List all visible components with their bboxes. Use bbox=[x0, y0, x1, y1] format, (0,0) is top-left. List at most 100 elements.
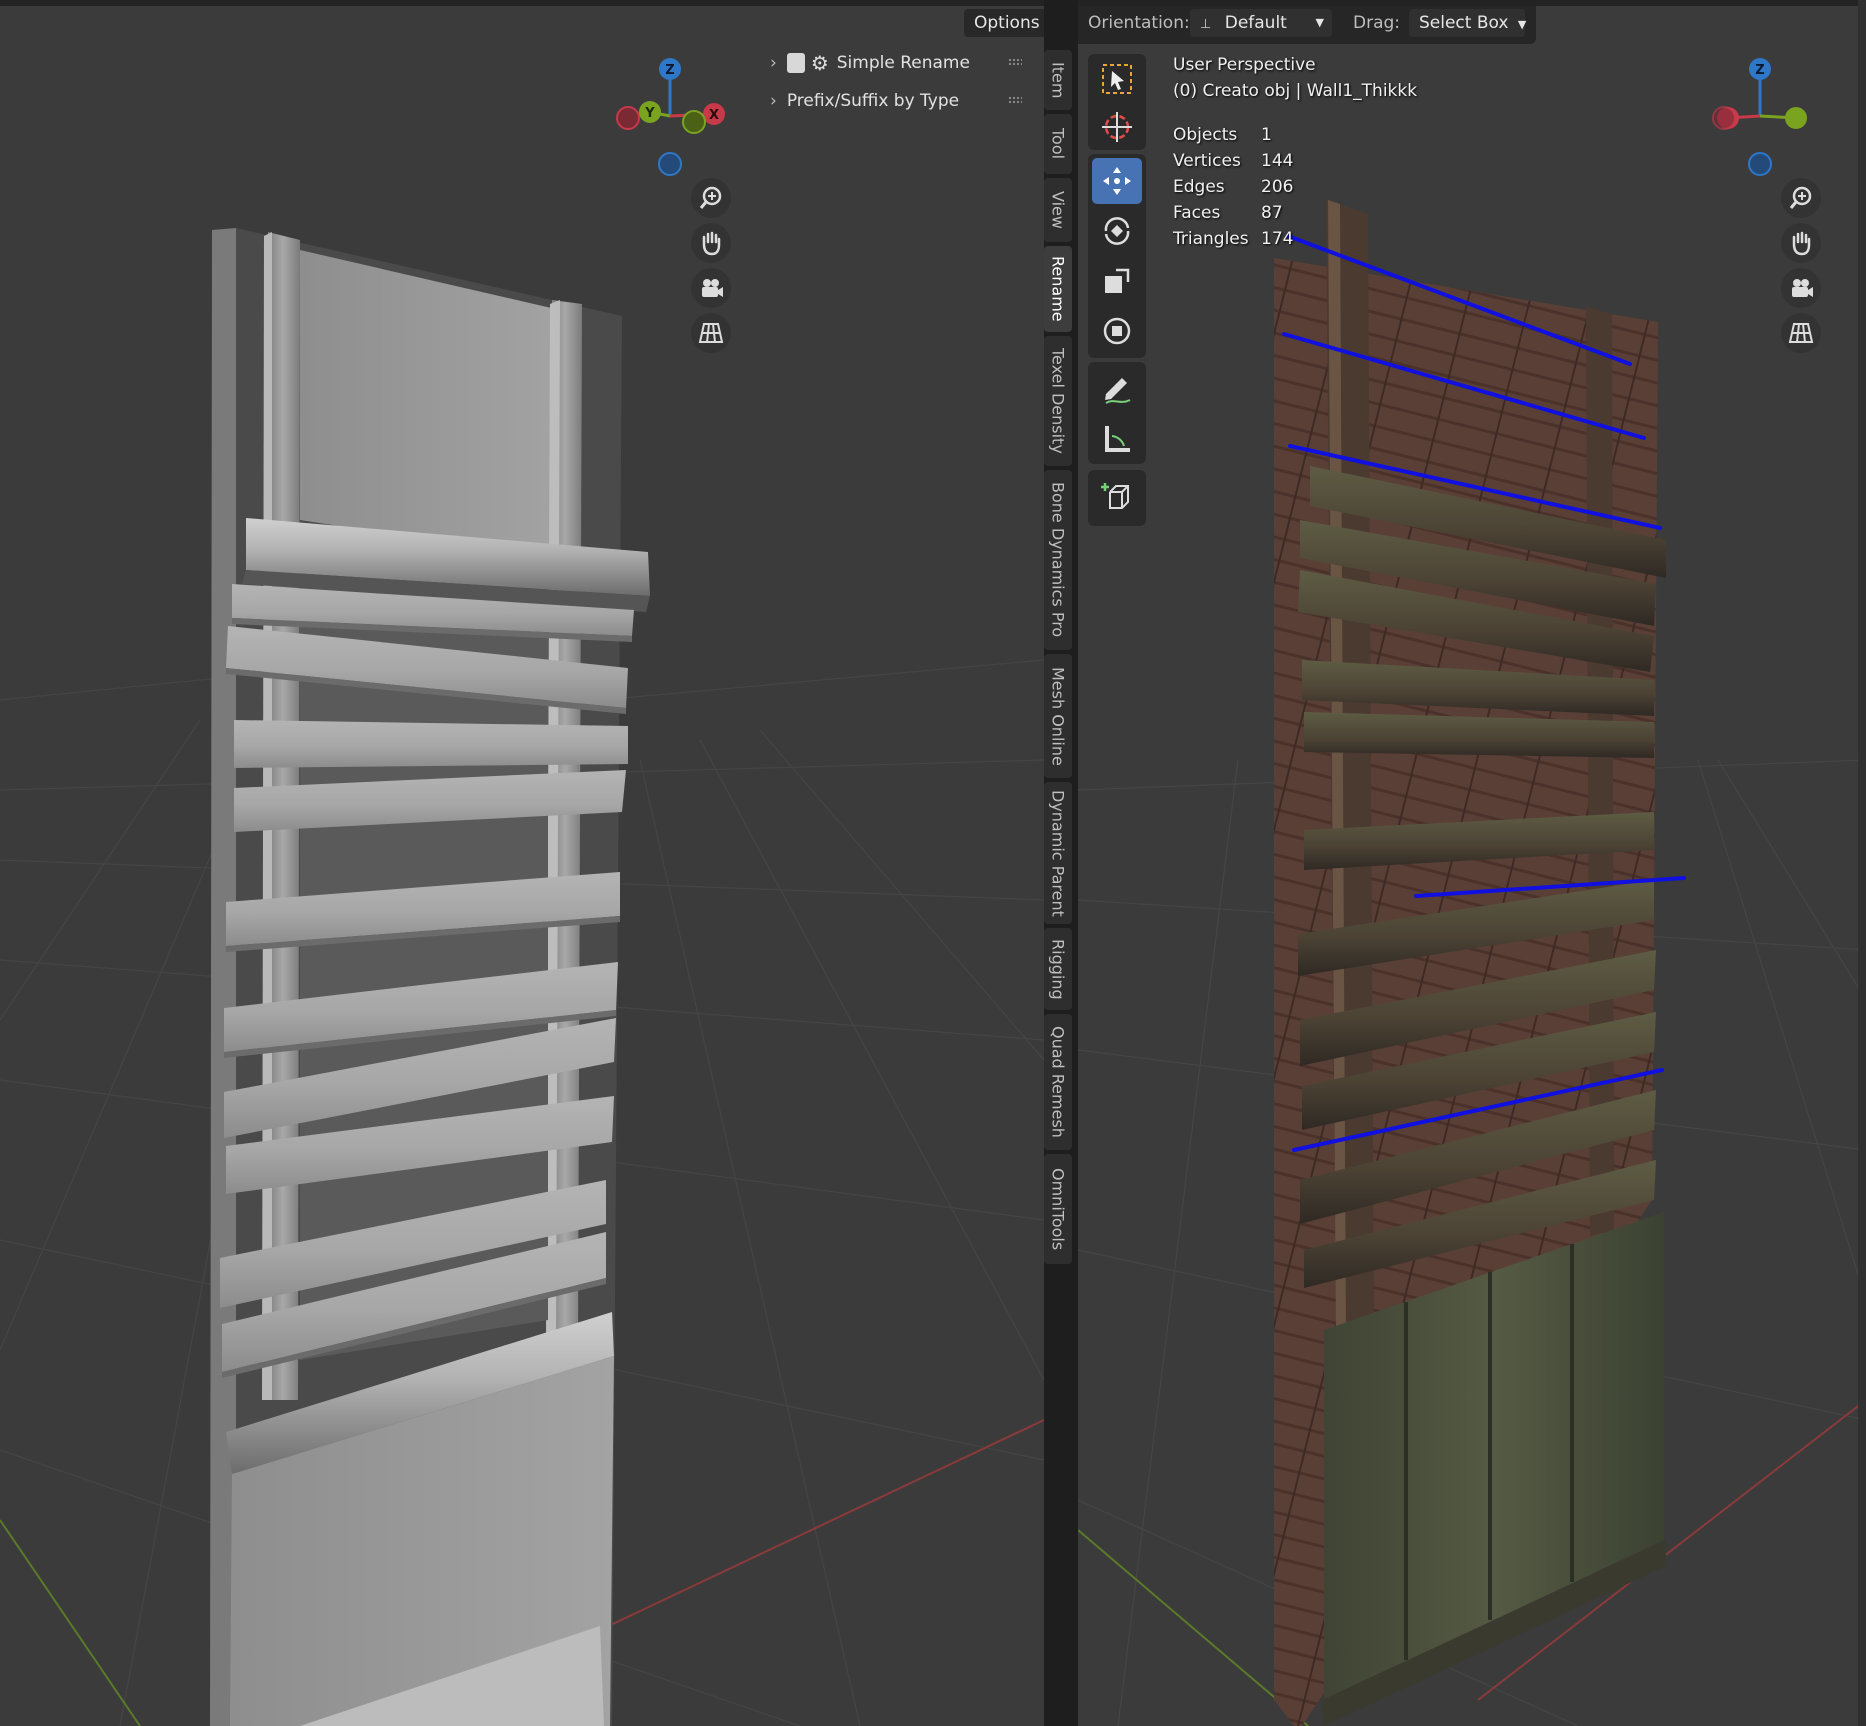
pan-button[interactable] bbox=[691, 223, 731, 263]
cursor-icon bbox=[1102, 112, 1132, 142]
perspective-toggle-button[interactable] bbox=[1781, 313, 1821, 353]
toolbar-group-transform bbox=[1088, 154, 1146, 358]
left-viewport[interactable]: Options ▼ Z X Y › ⚙ Simple Rename › P bbox=[0, 0, 1044, 1726]
prefix-suffix-row[interactable]: › Prefix/Suffix by Type bbox=[770, 85, 959, 117]
tab-rigging[interactable]: Rigging bbox=[1044, 928, 1072, 1010]
move-arrows-icon bbox=[1103, 167, 1131, 195]
drag-handle-icon[interactable] bbox=[1008, 96, 1022, 104]
toolbar-group-annotate bbox=[1088, 362, 1146, 464]
scale-tool[interactable] bbox=[1092, 258, 1142, 304]
tab-texel-density[interactable]: Texel Density bbox=[1044, 336, 1072, 466]
tab-label: Mesh Online bbox=[1048, 666, 1068, 766]
select-box-icon bbox=[1102, 64, 1132, 94]
rotate-icon bbox=[1104, 217, 1130, 245]
drag-value: Select Box bbox=[1419, 13, 1509, 33]
zoom-button[interactable] bbox=[691, 178, 731, 218]
navigation-gizmo-left[interactable]: Z X Y bbox=[610, 54, 730, 184]
select-box-tool[interactable] bbox=[1092, 56, 1142, 102]
stat-value: 144 bbox=[1261, 151, 1294, 171]
toolbar-group-select bbox=[1088, 54, 1146, 150]
tab-dynamic-parent[interactable]: Dynamic Parent bbox=[1044, 782, 1072, 924]
tab-label: Tool bbox=[1048, 128, 1068, 160]
stat-row: Edges 206 bbox=[1173, 174, 1293, 200]
annotate-tool[interactable] bbox=[1092, 366, 1142, 412]
z-axis-label: Z bbox=[665, 63, 674, 78]
transform-icon bbox=[1103, 317, 1131, 345]
stat-value: 174 bbox=[1261, 229, 1294, 249]
tab-label: View bbox=[1048, 191, 1068, 229]
grid-perspective-icon bbox=[698, 323, 724, 343]
tab-label: Bone Dynamics Pro bbox=[1048, 482, 1068, 638]
tab-omnitools[interactable]: OmniTools bbox=[1044, 1154, 1072, 1264]
y-axis-label: Y bbox=[644, 106, 655, 121]
tab-label: Rigging bbox=[1048, 938, 1068, 1000]
zoom-icon bbox=[699, 186, 722, 209]
stat-row: Vertices 144 bbox=[1173, 148, 1293, 174]
active-object-line: (0) Creato obj | Wall1_Thikkk bbox=[1173, 81, 1418, 101]
drag-handle-icon[interactable] bbox=[1008, 58, 1022, 66]
stat-label: Faces bbox=[1173, 203, 1221, 223]
stat-label: Triangles bbox=[1173, 229, 1249, 249]
simple-rename-row[interactable]: › ⚙ Simple Rename bbox=[770, 47, 970, 79]
tab-bone-dynamics-pro[interactable]: Bone Dynamics Pro bbox=[1044, 470, 1072, 650]
zoom-button[interactable] bbox=[1781, 178, 1821, 218]
zoom-icon bbox=[1789, 186, 1812, 209]
stat-row: Triangles 174 bbox=[1173, 226, 1293, 252]
rotate-tool[interactable] bbox=[1092, 208, 1142, 254]
view-name: User Perspective bbox=[1173, 55, 1316, 75]
tab-mesh-online[interactable]: Mesh Online bbox=[1044, 654, 1072, 778]
tab-view[interactable]: View bbox=[1044, 178, 1072, 242]
stat-label: Edges bbox=[1173, 177, 1225, 197]
options-dropdown[interactable]: Options ▼ bbox=[964, 9, 1044, 37]
x-axis-line bbox=[599, 1419, 1044, 1631]
neg-x-handle bbox=[616, 106, 640, 130]
hand-icon bbox=[702, 231, 721, 256]
tab-item[interactable]: Item bbox=[1044, 50, 1072, 110]
tab-tool[interactable]: Tool bbox=[1044, 114, 1072, 174]
right-viewport[interactable] bbox=[1078, 0, 1866, 1726]
chevron-right-icon: › bbox=[770, 91, 777, 111]
stat-row: Objects 1 bbox=[1173, 122, 1293, 148]
chevron-down-icon: ▼ bbox=[1315, 16, 1324, 29]
tab-quad-remesh[interactable]: Quad Remesh bbox=[1044, 1014, 1072, 1150]
camera-view-button[interactable] bbox=[1781, 268, 1821, 308]
prefix-suffix-label: Prefix/Suffix by Type bbox=[786, 91, 960, 111]
navigation-gizmo-right[interactable]: Z bbox=[1700, 54, 1820, 184]
transform-tool[interactable] bbox=[1092, 308, 1142, 354]
y-axis-line bbox=[1078, 1529, 1309, 1726]
stat-value: 206 bbox=[1261, 177, 1294, 197]
chevron-down-icon: ▼ bbox=[1517, 18, 1527, 31]
neg-y-handle bbox=[682, 110, 706, 134]
neg-z-handle bbox=[658, 152, 682, 176]
help-icon bbox=[786, 53, 805, 73]
camera-icon bbox=[1792, 279, 1813, 297]
measure-ruler-icon bbox=[1105, 426, 1130, 452]
right-scene bbox=[1078, 200, 1866, 1726]
scene-statistics: Objects 1 Vertices 144 Edges 206 Faces 87 Tr… bbox=[1173, 122, 1293, 252]
tab-label: Dynamic Parent bbox=[1048, 789, 1068, 917]
left-scene bbox=[0, 228, 1044, 1726]
add-cube-tool[interactable] bbox=[1092, 474, 1142, 520]
scale-icon bbox=[1105, 268, 1130, 293]
cursor-tool[interactable] bbox=[1092, 104, 1142, 150]
drag-label: Drag: bbox=[1353, 13, 1401, 33]
stat-label: Objects bbox=[1173, 125, 1238, 145]
tab-label: OmniTools bbox=[1048, 1167, 1068, 1251]
tab-rename[interactable]: Rename bbox=[1044, 246, 1072, 332]
camera-view-button[interactable] bbox=[691, 268, 731, 308]
stat-row: Faces 87 bbox=[1173, 200, 1293, 226]
tab-label: Quad Remesh bbox=[1048, 1026, 1068, 1138]
viewport-info: User Perspective (0) Creato obj | Wall1_… bbox=[1173, 52, 1417, 104]
move-tool[interactable] bbox=[1092, 158, 1142, 204]
orientation-dropdown[interactable]: ⊥ Default ▼ bbox=[1190, 9, 1332, 37]
pan-button[interactable] bbox=[1781, 223, 1821, 263]
measure-tool[interactable] bbox=[1092, 416, 1142, 462]
stat-value: 1 bbox=[1261, 125, 1272, 145]
perspective-toggle-button[interactable] bbox=[691, 313, 731, 353]
right-panel-edge bbox=[1858, 0, 1866, 1726]
add-cube-icon bbox=[1101, 483, 1129, 509]
x-axis-label: X bbox=[709, 108, 719, 123]
drag-dropdown[interactable]: Select Box ▼ bbox=[1409, 9, 1527, 37]
grid-perspective-icon bbox=[1788, 323, 1814, 343]
stat-value: 87 bbox=[1261, 203, 1283, 223]
